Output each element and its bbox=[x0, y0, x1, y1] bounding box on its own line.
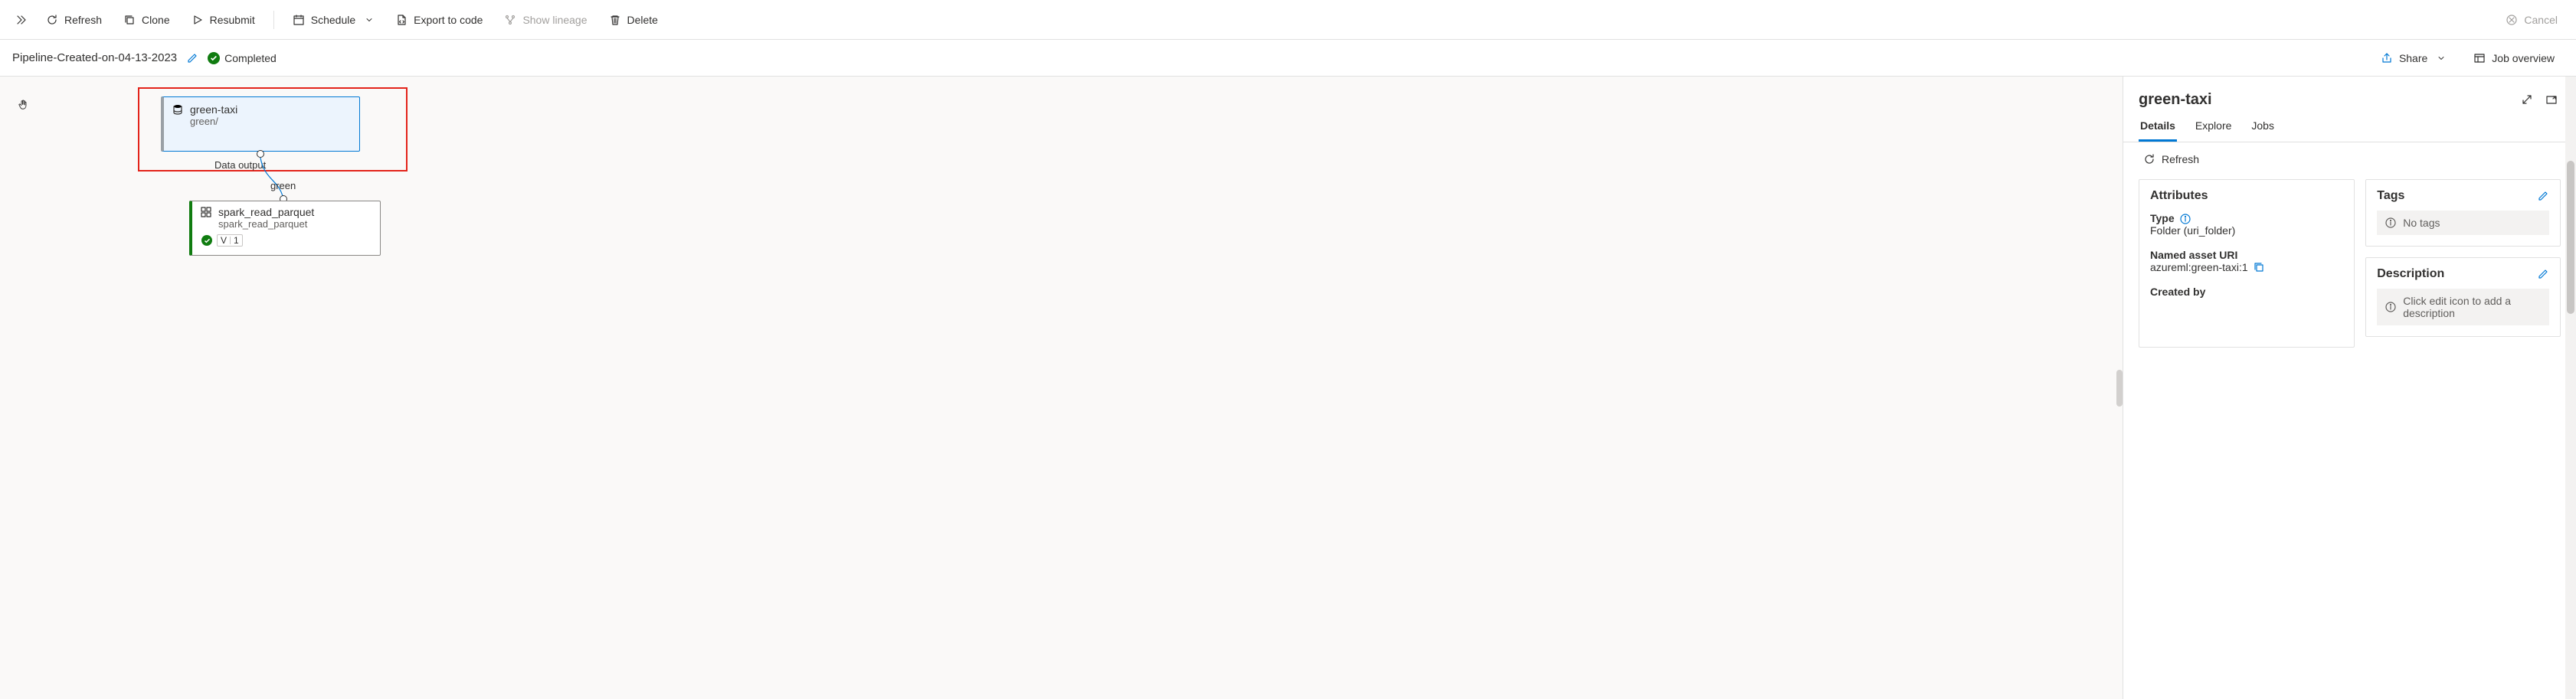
tab-explore[interactable]: Explore bbox=[2194, 112, 2233, 142]
cancel-label: Cancel bbox=[2524, 14, 2558, 26]
lineage-label: Show lineage bbox=[522, 14, 587, 26]
node-spark-read-parquet[interactable]: spark_read_parquet spark_read_parquet V … bbox=[189, 201, 381, 256]
type-label: Type bbox=[2150, 212, 2175, 224]
share-button[interactable]: Share bbox=[2371, 47, 2455, 69]
clone-icon bbox=[123, 14, 136, 26]
tags-empty-text: No tags bbox=[2403, 217, 2440, 229]
component-icon bbox=[200, 206, 212, 218]
tab-details[interactable]: Details bbox=[2139, 112, 2177, 142]
expand-panel-button[interactable] bbox=[2518, 90, 2536, 109]
panel-refresh-button[interactable]: Refresh bbox=[2139, 150, 2204, 168]
job-overview-label: Job overview bbox=[2492, 52, 2555, 64]
lineage-icon bbox=[504, 14, 516, 26]
refresh-icon bbox=[2143, 153, 2155, 165]
scrollbar-thumb[interactable] bbox=[2567, 161, 2574, 314]
edit-description-button[interactable] bbox=[2537, 268, 2549, 280]
main: green-taxi green/ Data output green spar… bbox=[0, 77, 2576, 699]
attr-uri: Named asset URI azureml:green-taxi:1 bbox=[2150, 249, 2343, 273]
clone-label: Clone bbox=[142, 14, 170, 26]
attributes-heading: Attributes bbox=[2150, 189, 2208, 203]
expand-toolbar-button[interactable] bbox=[9, 9, 34, 31]
export-label: Export to code bbox=[414, 14, 483, 26]
attributes-card: Attributes Type Folder (uri_folder) bbox=[2139, 179, 2355, 348]
details-panel: green-taxi Details Explore Jobs Refresh bbox=[2123, 77, 2576, 699]
chevron-down-icon bbox=[2437, 54, 2446, 63]
version-v: V bbox=[221, 235, 227, 246]
uri-value: azureml:green-taxi:1 bbox=[2150, 261, 2248, 273]
cancel-button: Cancel bbox=[2496, 9, 2567, 31]
node-title: green-taxi bbox=[190, 103, 237, 116]
tags-card: Tags No tags bbox=[2365, 179, 2561, 247]
popout-panel-button[interactable] bbox=[2542, 90, 2561, 109]
panel-refresh-label: Refresh bbox=[2162, 153, 2199, 165]
edit-tags-button[interactable] bbox=[2537, 190, 2549, 202]
panel-resize-handle[interactable] bbox=[2116, 370, 2123, 407]
node-title: spark_read_parquet bbox=[218, 206, 314, 218]
description-card: Description Click edit icon to add a des… bbox=[2365, 257, 2561, 337]
name-bar: Pipeline-Created-on-04-13-2023 Completed… bbox=[0, 40, 2576, 77]
node-subtitle: spark_read_parquet bbox=[218, 218, 372, 230]
resubmit-label: Resubmit bbox=[210, 14, 255, 26]
pipeline-name: Pipeline-Created-on-04-13-2023 bbox=[12, 51, 177, 64]
job-overview-button[interactable]: Job overview bbox=[2464, 47, 2564, 69]
schedule-label: Schedule bbox=[311, 14, 355, 26]
version-num: 1 bbox=[234, 235, 239, 246]
toolbar-separator bbox=[273, 11, 274, 29]
refresh-label: Refresh bbox=[64, 14, 102, 26]
panel-title: green-taxi bbox=[2139, 91, 2512, 109]
refresh-button[interactable]: Refresh bbox=[37, 9, 111, 31]
info-icon[interactable] bbox=[2179, 213, 2190, 224]
calendar-icon bbox=[293, 14, 305, 26]
info-icon bbox=[2385, 301, 2397, 313]
tags-empty: No tags bbox=[2377, 211, 2549, 235]
uri-label: Named asset URI bbox=[2150, 249, 2237, 261]
edge-label: green bbox=[270, 180, 296, 191]
panel-tabs: Details Explore Jobs bbox=[2123, 112, 2576, 142]
toolbar: Refresh Clone Resubmit Schedule Export t… bbox=[0, 0, 2576, 40]
chevron-double-right-icon bbox=[15, 14, 28, 26]
clone-button[interactable]: Clone bbox=[114, 9, 179, 31]
description-heading: Description bbox=[2377, 267, 2444, 281]
node-output-label: Data output bbox=[214, 159, 266, 171]
export-button[interactable]: Export to code bbox=[386, 9, 492, 31]
code-file-icon bbox=[395, 14, 408, 26]
schedule-button[interactable]: Schedule bbox=[283, 9, 383, 31]
info-icon bbox=[2385, 217, 2397, 229]
dataset-icon bbox=[172, 103, 184, 116]
graph-canvas[interactable]: green-taxi green/ Data output green spar… bbox=[0, 77, 2123, 699]
edit-name-button[interactable] bbox=[186, 52, 198, 64]
type-value: Folder (uri_folder) bbox=[2150, 224, 2343, 237]
share-label: Share bbox=[2399, 52, 2427, 64]
check-circle-icon bbox=[208, 52, 220, 64]
trash-icon bbox=[609, 14, 621, 26]
copy-uri-button[interactable] bbox=[2253, 261, 2265, 273]
panel-scrollbar[interactable] bbox=[2565, 77, 2576, 699]
node-subtitle: green/ bbox=[190, 116, 352, 127]
pan-tool-button[interactable] bbox=[17, 98, 31, 112]
chevron-down-icon bbox=[365, 15, 374, 24]
job-status: Completed bbox=[208, 52, 277, 64]
status-label: Completed bbox=[224, 52, 277, 64]
delete-label: Delete bbox=[627, 14, 658, 26]
overview-icon bbox=[2473, 52, 2486, 64]
version-badge: V 1 bbox=[217, 234, 243, 247]
tags-heading: Tags bbox=[2377, 189, 2404, 203]
play-icon bbox=[191, 14, 204, 26]
resubmit-button[interactable]: Resubmit bbox=[182, 9, 264, 31]
description-empty[interactable]: Click edit icon to add a description bbox=[2377, 289, 2549, 325]
node-green-taxi[interactable]: green-taxi green/ bbox=[161, 96, 360, 152]
attr-created-by: Created by bbox=[2150, 286, 2343, 298]
tab-jobs[interactable]: Jobs bbox=[2250, 112, 2276, 142]
check-circle-icon bbox=[201, 235, 212, 246]
show-lineage-button: Show lineage bbox=[495, 9, 596, 31]
created-by-label: Created by bbox=[2150, 286, 2205, 298]
description-placeholder: Click edit icon to add a description bbox=[2403, 295, 2542, 319]
node-output-port[interactable] bbox=[257, 150, 264, 158]
refresh-icon bbox=[46, 14, 58, 26]
attr-type: Type Folder (uri_folder) bbox=[2150, 212, 2343, 237]
share-icon bbox=[2381, 52, 2393, 64]
cancel-circle-icon bbox=[2506, 14, 2518, 26]
delete-button[interactable]: Delete bbox=[600, 9, 667, 31]
